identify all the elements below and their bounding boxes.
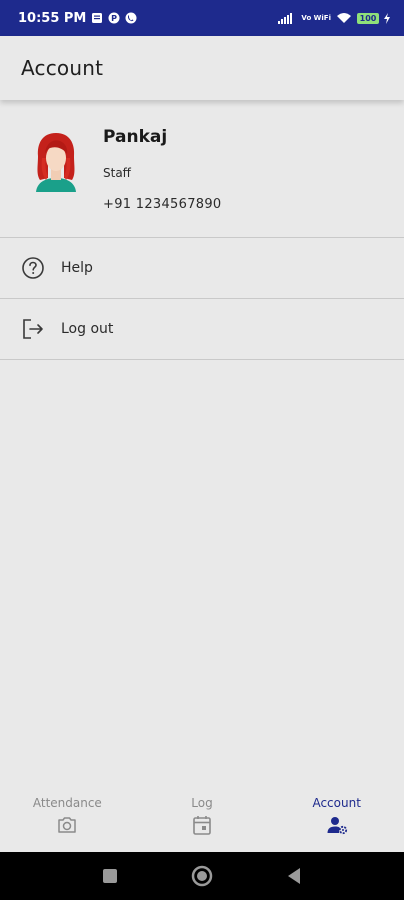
nav-label-attendance: Attendance: [32, 796, 102, 810]
profile-phone: +91 1234567890: [103, 197, 222, 212]
page-title: Account: [21, 56, 104, 80]
system-navigation-bar: [0, 852, 404, 900]
menu-item-logout[interactable]: Log out: [0, 299, 404, 360]
nav-item-log[interactable]: Log: [135, 792, 270, 852]
charging-icon: [384, 12, 390, 24]
back-icon[interactable]: [282, 864, 306, 888]
nav-label-log: Log: [191, 796, 213, 810]
status-bar: 10:55 PM P Vo WiFi 100: [0, 0, 404, 36]
profile-name: Pankaj: [103, 127, 168, 147]
calendar-icon: [193, 816, 211, 835]
menu-item-help[interactable]: Help: [0, 238, 404, 299]
help-icon: [22, 257, 44, 279]
status-left: 10:55 PM P: [18, 11, 137, 26]
wifi-icon: [337, 13, 351, 23]
app-bar: Account: [0, 36, 404, 100]
nav-label-account: Account: [312, 796, 361, 810]
nav-item-attendance[interactable]: Attendance: [0, 792, 135, 852]
avatar: [36, 133, 76, 192]
status-time: 10:55 PM: [18, 10, 87, 26]
camera-icon: [58, 817, 77, 833]
logout-icon: [23, 319, 43, 339]
home-icon[interactable]: [190, 864, 214, 888]
status-right: Vo WiFi 100: [278, 12, 390, 24]
battery-icon: 100: [357, 12, 379, 24]
recent-apps-icon[interactable]: [98, 864, 122, 888]
profile-role: Staff: [103, 166, 131, 180]
bottom-navigation: Attendance Log Account: [0, 792, 404, 852]
nav-item-account[interactable]: Account: [269, 792, 404, 852]
menu-label-help: Help: [61, 260, 93, 276]
svg-text:P: P: [111, 14, 117, 23]
network-label: Vo WiFi: [301, 13, 331, 22]
profile-card: Pankaj Staff +91 1234567890: [0, 100, 404, 238]
phone-icon: [125, 12, 137, 24]
p-icon: P: [108, 12, 120, 24]
account-settings-icon: [327, 817, 347, 835]
gallery-icon: [92, 13, 103, 23]
menu-label-logout: Log out: [61, 321, 114, 337]
signal-icon: [278, 12, 293, 24]
